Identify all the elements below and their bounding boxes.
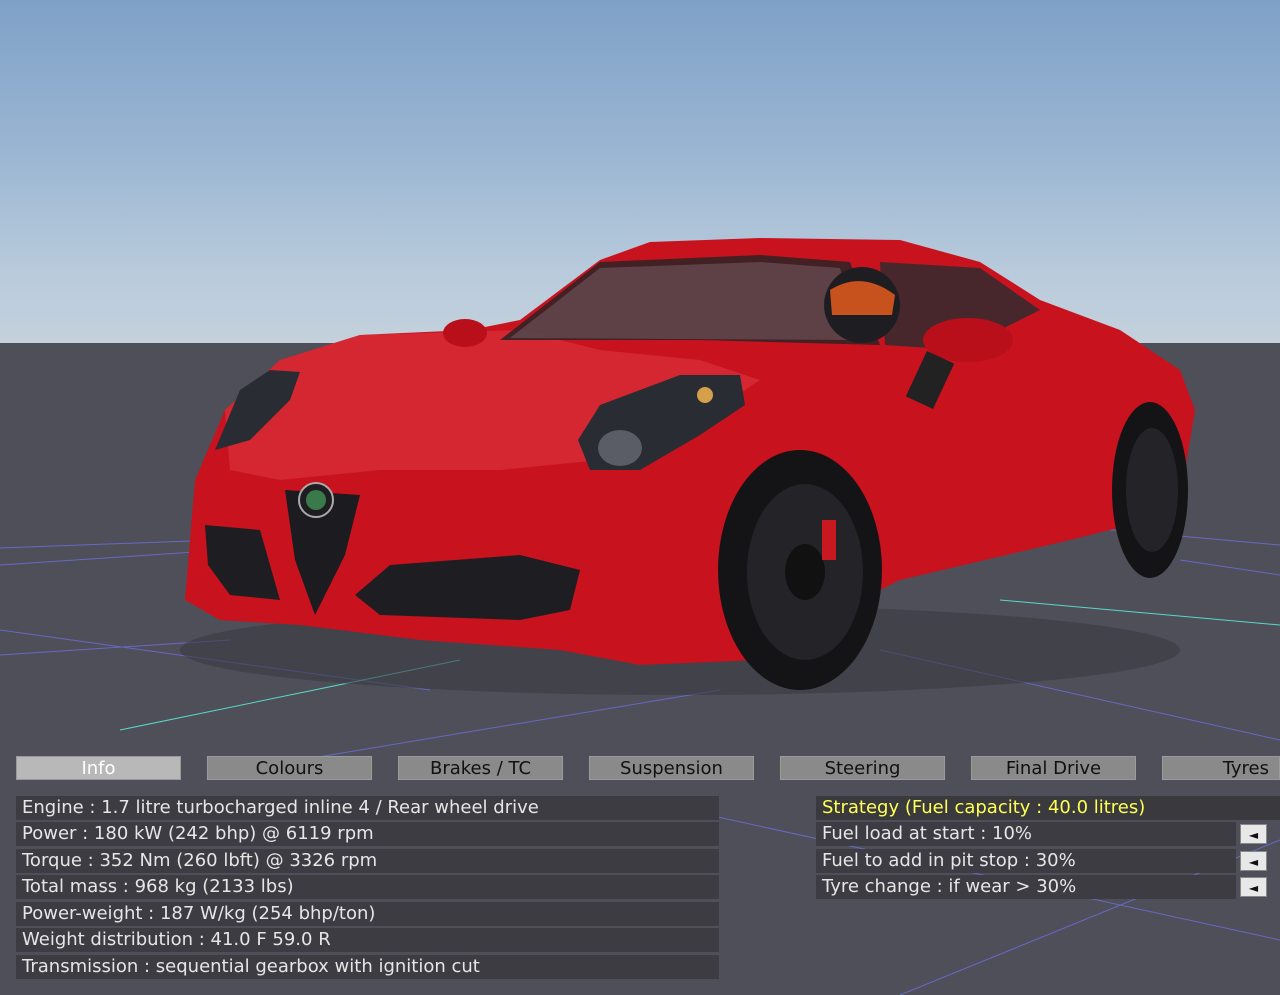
strategy-tyre-change: Tyre change : if wear > 30%	[816, 875, 1236, 899]
info-power-weight: Power-weight : 187 W/kg (254 bhp/ton)	[16, 902, 719, 926]
arrow-left-icon: ◄	[1248, 828, 1259, 842]
info-total-mass: Total mass : 968 kg (2133 lbs)	[16, 875, 719, 899]
tab-brakes-tc[interactable]: Brakes / TC	[398, 756, 563, 780]
tyre-change-decrease-button[interactable]: ◄	[1240, 877, 1267, 897]
strategy-fuel-load: Fuel load at start : 10%	[816, 822, 1236, 846]
info-power: Power : 180 kW (242 bhp) @ 6119 rpm	[16, 822, 719, 846]
info-weight-distribution: Weight distribution : 41.0 F 59.0 R	[16, 928, 719, 952]
info-engine: Engine : 1.7 litre turbocharged inline 4…	[16, 796, 719, 820]
car-model	[180, 238, 1195, 695]
side-mirror	[923, 318, 1013, 362]
arrow-left-icon: ◄	[1248, 881, 1259, 895]
strategy-fuel-add: Fuel to add in pit stop : 30%	[816, 849, 1236, 873]
tab-tyres[interactable]: Tyres	[1162, 756, 1280, 780]
strategy-header: Strategy (Fuel capacity : 40.0 litres)	[816, 796, 1280, 820]
info-transmission: Transmission : sequential gearbox with i…	[16, 955, 719, 979]
fuel-add-decrease-button[interactable]: ◄	[1240, 851, 1267, 871]
tab-info[interactable]: Info	[16, 756, 181, 780]
tab-colours[interactable]: Colours	[207, 756, 372, 780]
tab-suspension[interactable]: Suspension	[589, 756, 754, 780]
fuel-load-decrease-button[interactable]: ◄	[1240, 824, 1267, 844]
tab-final-drive[interactable]: Final Drive	[971, 756, 1136, 780]
arrow-left-icon: ◄	[1248, 855, 1259, 869]
tab-steering[interactable]: Steering	[780, 756, 945, 780]
info-torque: Torque : 352 Nm (260 lbft) @ 3326 rpm	[16, 849, 719, 873]
